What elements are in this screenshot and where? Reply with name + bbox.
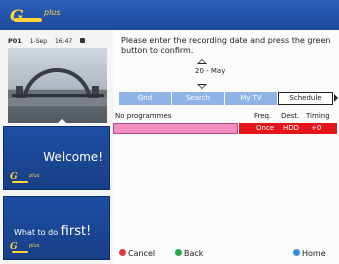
what-to-do-text: What to do first! [14,224,91,239]
guide-screen: G plus P01 1-Sep 16:47 Welcome! G plus W… [0,0,339,264]
tile-logo: G plus [10,172,40,184]
green-button-icon [175,249,182,256]
left-panel: P01 1-Sep 16:47 Welcome! G plus What to … [0,30,113,264]
welcome-tile[interactable]: Welcome! G plus [3,126,110,190]
instruction-message: Please enter the recording date and pres… [121,36,331,55]
right-panel: Please enter the recording date and pres… [113,30,339,264]
timing-value[interactable]: +0 [311,123,321,134]
programme-name-cell[interactable] [113,123,238,134]
scroll-up-icon[interactable] [57,119,67,124]
blue-button-icon [293,249,300,256]
tab-search[interactable]: Search [172,92,224,105]
bridge-deck [12,94,104,97]
what-to-do-emph: first! [60,224,92,239]
tab-gnd[interactable]: Gnd [119,92,171,105]
column-headers: No programmes Freq. Dest. Timing [113,112,339,122]
what-to-do-prefix: What to do [14,228,61,237]
col-timing: Timing [306,112,330,120]
col-dest: Dest. [281,112,300,120]
tile-logo-swoosh-2 [12,251,28,253]
what-to-do-tile[interactable]: What to do first! G plus [3,196,110,260]
logo-plus: plus [44,8,61,17]
date-selector[interactable]: 20 - May [191,59,251,89]
date-down-icon[interactable] [197,84,207,89]
tile-logo-2: G plus [10,242,40,254]
cancel-label: Cancel [128,249,156,258]
tile-logo-swoosh [12,181,28,183]
tile-logo-plus-2: plus [29,243,40,249]
welcome-text: Welcome! [43,150,103,164]
logo-swoosh [14,18,42,22]
tab-my-tv[interactable]: My TV [225,92,277,105]
back-label: Back [184,249,204,258]
logo-letter: G [10,6,24,25]
schedule-row[interactable]: Once HDD +0 [113,123,339,134]
red-button-icon [119,249,126,256]
tv-preview-image [8,48,107,123]
col-freq: Freq. [254,112,272,120]
tab-right-arrow-icon[interactable] [334,94,338,102]
footer-bar: Cancel Back Home [113,247,339,261]
current-time: 16:47 [54,38,73,45]
dest-value[interactable]: HDD [283,123,299,134]
selected-settings-cell[interactable]: Once HDD +0 [239,123,337,134]
shoreline [8,98,107,106]
home-button[interactable]: Home [293,247,326,261]
back-button[interactable]: Back [175,247,203,261]
freq-value[interactable]: Once [256,123,274,134]
home-label: Home [302,249,326,258]
col-programmes: No programmes [115,112,172,120]
channel-info: P01 1-Sep 16:47 [8,37,91,45]
date-value: 20 - May [195,67,226,75]
tab-schedule[interactable]: Schedule [278,92,333,105]
date-up-icon[interactable] [197,59,207,64]
cancel-button[interactable]: Cancel [119,247,155,261]
tile-logo-plus: plus [29,173,40,179]
program-number: P01 [8,37,22,45]
lock-icon [80,38,86,43]
guide-plus-logo: G plus [10,6,66,25]
current-date: 1-Sep [29,38,48,45]
header-bar: G plus [0,0,339,30]
tab-bar: Gnd Search My TV Schedule [119,92,339,105]
